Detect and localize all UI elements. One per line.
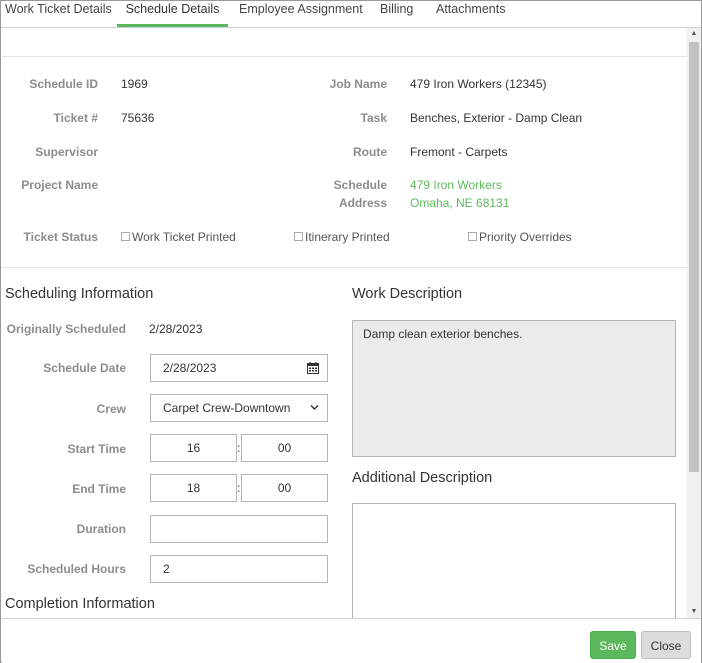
chevron-down-icon[interactable]: [310, 404, 319, 411]
scheduled-hours-label: Scheduled Hours: [27, 562, 126, 576]
start-minute-input[interactable]: 00: [241, 434, 328, 462]
schedule-address-label-line1: Schedule: [333, 178, 387, 192]
priority-overrides-label: Priority Overrides: [479, 230, 572, 244]
schedule-address-link-line1[interactable]: 479 Iron Workers: [410, 178, 502, 192]
time-separator: :: [237, 441, 241, 455]
schedule-date-input[interactable]: 2/28/2023: [150, 354, 328, 382]
additional-description-textarea[interactable]: [352, 503, 676, 618]
vertical-scrollbar[interactable]: ▲ ▼: [687, 28, 701, 618]
work-ticket-printed-label: Work Ticket Printed: [132, 230, 236, 244]
originally-scheduled-value: 2/28/2023: [149, 322, 203, 336]
project-name-label: Project Name: [21, 178, 98, 192]
itinerary-printed-label: Itinerary Printed: [305, 230, 390, 244]
itinerary-printed-checkbox[interactable]: Itinerary Printed: [294, 230, 390, 244]
crew-label: Crew: [96, 402, 126, 416]
start-hour-input[interactable]: 16: [150, 434, 237, 462]
tab-work-ticket-details[interactable]: Work Ticket Details: [5, 1, 112, 27]
tab-schedule-details[interactable]: Schedule Details: [117, 1, 228, 27]
ticket-status-label: Ticket Status: [23, 230, 98, 244]
end-time-label: End Time: [72, 482, 126, 496]
divider: [2, 267, 687, 268]
tab-bar: Work Ticket Details Schedule Details Emp…: [1, 1, 701, 28]
dialog-footer: Save Close: [2, 618, 701, 663]
route-label: Route: [353, 145, 387, 159]
crew-value: Carpet Crew-Downtown: [163, 401, 291, 415]
checkbox-box[interactable]: [468, 232, 477, 241]
schedule-details-panel: Schedule ID 1969 Ticket # 75636 Supervis…: [2, 28, 687, 618]
end-hour-input[interactable]: 18: [150, 474, 237, 502]
scroll-down-arrow-icon[interactable]: ▼: [687, 606, 701, 618]
schedule-date-label: Schedule Date: [43, 361, 126, 375]
scrollbar-thumb[interactable]: [689, 42, 699, 472]
close-button[interactable]: Close: [641, 631, 691, 659]
ticket-number-value: 75636: [121, 111, 155, 125]
save-button[interactable]: Save: [590, 631, 636, 659]
calendar-icon[interactable]: [307, 362, 319, 374]
schedule-id-value: 1969: [121, 77, 148, 91]
tab-attachments[interactable]: Attachments: [436, 1, 505, 27]
route-value: Fremont - Carpets: [410, 145, 508, 159]
supervisor-label: Supervisor: [35, 145, 98, 159]
task-value: Benches, Exterior - Damp Clean: [410, 111, 583, 125]
ticket-number-label: Ticket #: [53, 111, 98, 125]
priority-overrides-checkbox[interactable]: Priority Overrides: [468, 230, 572, 244]
tab-billing[interactable]: Billing: [380, 1, 413, 27]
schedule-date-value: 2/28/2023: [163, 361, 217, 375]
work-ticket-printed-checkbox[interactable]: Work Ticket Printed: [121, 230, 236, 244]
time-separator: :: [237, 481, 241, 495]
schedule-address-label-line2: Address: [338, 196, 387, 210]
task-label: Task: [360, 111, 387, 125]
additional-description-heading: Additional Description: [352, 470, 493, 486]
checkbox-box[interactable]: [294, 232, 303, 241]
scheduling-information-heading: Scheduling Information: [5, 286, 154, 302]
crew-select[interactable]: Carpet Crew-Downtown: [150, 394, 328, 422]
end-minute-input[interactable]: 00: [241, 474, 328, 502]
tab-employee-assignment[interactable]: Employee Assignment: [239, 1, 363, 27]
work-description-heading: Work Description: [352, 286, 463, 302]
dialog-window: Work Ticket Details Schedule Details Emp…: [0, 0, 702, 663]
scheduled-hours-input[interactable]: 2: [150, 555, 328, 583]
duration-label: Duration: [76, 522, 126, 536]
schedule-id-label: Schedule ID: [29, 77, 98, 91]
job-name-value: 479 Iron Workers (12345): [410, 77, 547, 91]
scroll-up-arrow-icon[interactable]: ▲: [687, 28, 701, 40]
duration-input[interactable]: [150, 515, 328, 543]
work-description-textarea: Damp clean exterior benches.: [352, 320, 676, 457]
divider: [2, 56, 687, 57]
originally-scheduled-label: Originally Scheduled: [6, 322, 126, 336]
checkbox-box[interactable]: [121, 232, 130, 241]
schedule-address-link-line2[interactable]: Omaha, NE 68131: [410, 196, 509, 210]
completion-information-heading: Completion Information: [5, 596, 155, 612]
job-name-label: Job Name: [329, 77, 387, 91]
start-time-label: Start Time: [67, 442, 126, 456]
